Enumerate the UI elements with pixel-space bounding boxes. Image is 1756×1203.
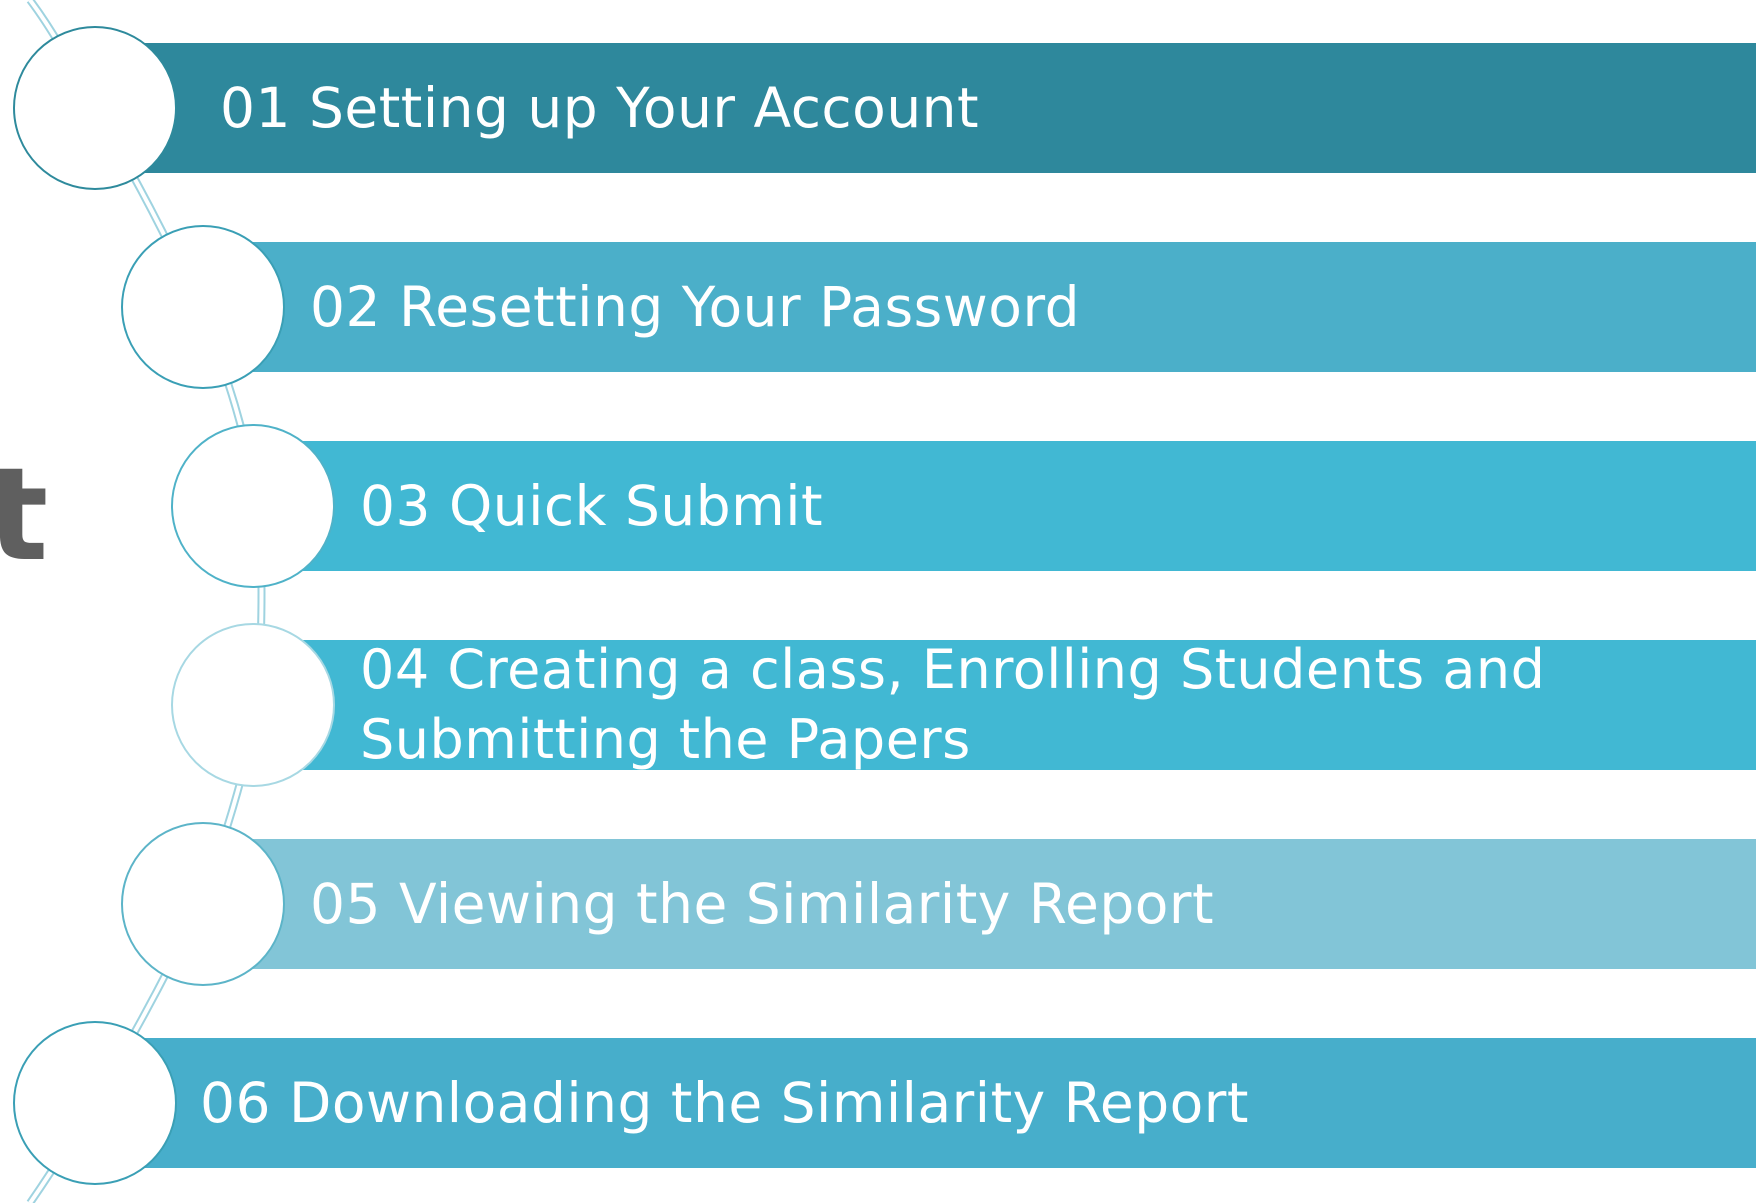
step-band-03[interactable]: 03 Quick Submit <box>255 441 1756 571</box>
step-band-01[interactable]: 01 Setting up Your Account <box>95 43 1756 173</box>
step-circle-04 <box>171 623 335 787</box>
step-band-05[interactable]: 05 Viewing the Similarity Report <box>205 839 1756 969</box>
timeline-connector <box>26 0 266 1203</box>
step-label-01: 01 Setting up Your Account <box>220 76 980 140</box>
step-band-06[interactable]: 06 Downloading the Similarity Report <box>95 1038 1756 1168</box>
title-fragment: rt <box>0 441 48 590</box>
step-band-04[interactable]: 04 Creating a class, Enrolling Students … <box>255 638 1756 771</box>
step-label-04: 04 Creating a class, Enrolling Students … <box>360 638 1546 771</box>
step-circle-05 <box>121 822 285 986</box>
step-circle-02 <box>121 225 285 389</box>
step-band-02[interactable]: 02 Resetting Your Password <box>205 242 1756 372</box>
step-label-02: 02 Resetting Your Password <box>310 275 1081 339</box>
step-label-05: 05 Viewing the Similarity Report <box>310 872 1215 936</box>
step-circle-01 <box>13 26 177 190</box>
step-circle-06 <box>13 1021 177 1185</box>
step-circle-03 <box>171 424 335 588</box>
step-label-03: 03 Quick Submit <box>360 474 824 538</box>
step-label-06: 06 Downloading the Similarity Report <box>200 1071 1249 1135</box>
